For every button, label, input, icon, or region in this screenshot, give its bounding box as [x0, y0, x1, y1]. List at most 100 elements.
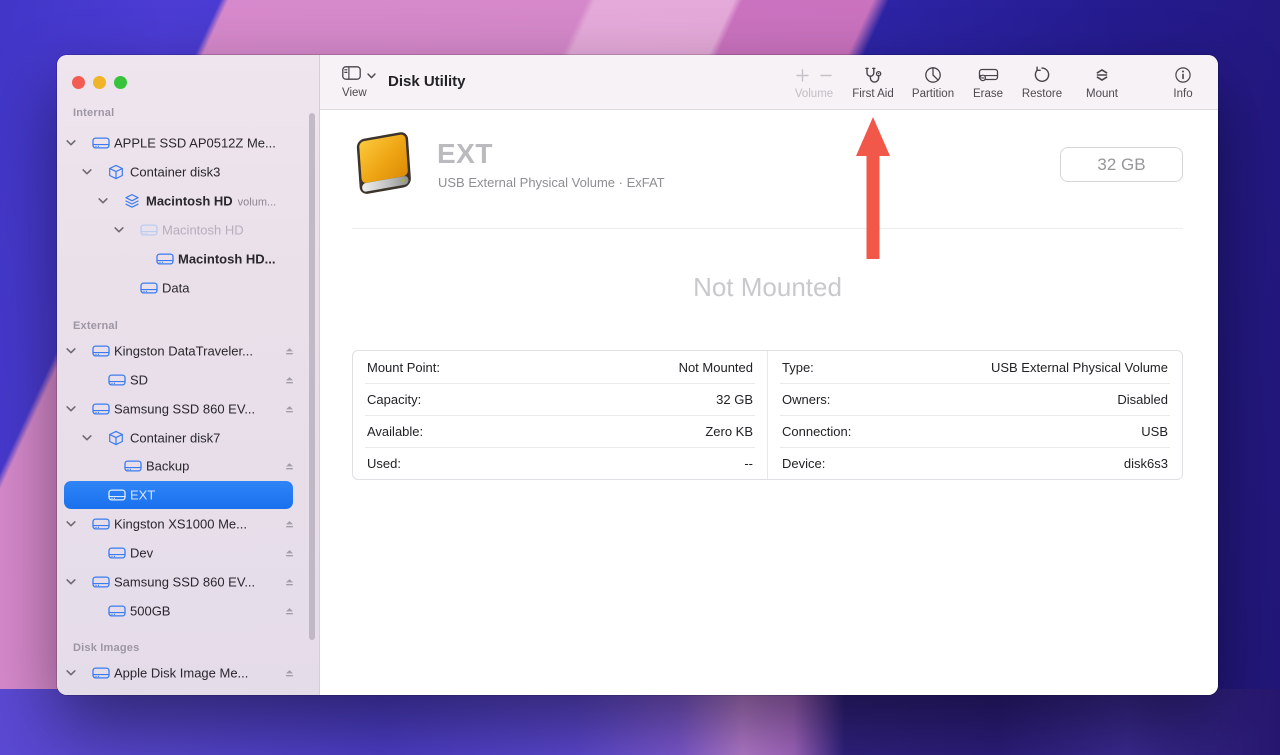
drive-icon — [108, 374, 126, 387]
eject-button[interactable] — [284, 577, 295, 587]
drive-icon — [92, 345, 110, 358]
drive-icon — [140, 224, 158, 237]
sidebar-item-label: 500GB — [130, 604, 170, 619]
disclosure-chevron-icon[interactable] — [82, 435, 92, 442]
sidebar-item-container-disk3[interactable]: Container disk3 — [57, 158, 319, 186]
details-label: Mount Point: — [367, 360, 440, 375]
sidebar-item-kingston-xs1000-me[interactable]: Kingston XS1000 Me... — [57, 510, 319, 538]
volume-details-table: Mount Point: Not Mounted Capacity: 32 GB Ava… — [352, 350, 1183, 480]
details-row: Connection:USB — [768, 415, 1182, 447]
sidebar-item-samsung-ssd-860-ev[interactable]: Samsung SSD 860 EV... — [57, 568, 319, 596]
sidebar-item-text: Macintosh HD — [162, 223, 244, 238]
sidebar-item-text: 500GB — [130, 604, 170, 619]
eject-button[interactable] — [284, 461, 295, 471]
sidebar-item-macintosh-hd[interactable]: Macintosh HD — [57, 216, 319, 244]
disclosure-chevron-icon[interactable] — [82, 169, 92, 176]
minimize-button[interactable] — [93, 76, 106, 89]
sidebar-item-text: Macintosh HD... — [178, 252, 276, 267]
drive-icon — [140, 282, 158, 295]
eject-button[interactable] — [284, 346, 295, 356]
mount-icon — [1060, 65, 1144, 85]
sidebar-item-label: Kingston XS1000 Me... — [114, 517, 247, 532]
cube-icon — [108, 164, 124, 180]
disclosure-chevron-icon[interactable] — [66, 140, 76, 147]
details-value: 32 GB — [716, 392, 753, 407]
sidebar-item-backup[interactable]: Backup — [57, 452, 319, 480]
sidebar-item-ext[interactable]: EXT — [57, 481, 319, 509]
sidebar-item-data[interactable]: Data — [57, 274, 319, 302]
view-button-label: View — [342, 87, 394, 99]
main-content: EXT USB External Physical Volume · ExFAT… — [320, 110, 1218, 695]
sidebar-item-apple-disk-image-me[interactable]: Apple Disk Image Me... — [57, 659, 319, 687]
sidebar-section-label: Internal — [73, 107, 114, 119]
eject-button[interactable] — [284, 519, 295, 529]
details-value: -- — [744, 456, 753, 471]
volume-subtitle: USB External Physical Volume · ExFAT — [438, 175, 665, 190]
sidebar-item-label: Container disk7 — [130, 431, 220, 446]
mount-button[interactable]: Mount — [1060, 65, 1144, 100]
sidebar-item-label: Samsung SSD 860 EV... — [114, 402, 255, 417]
details-value: Not Mounted — [679, 360, 753, 375]
chevron-down-icon — [367, 66, 376, 84]
eject-button[interactable] — [284, 404, 295, 414]
sidebar-item-text: Kingston DataTraveler... — [114, 344, 253, 359]
volume-size-badge: 32 GB — [1060, 147, 1183, 182]
eject-button[interactable] — [284, 668, 295, 678]
sidebar-item-text: Data — [162, 281, 189, 296]
zoom-button[interactable] — [114, 76, 127, 89]
disclosure-chevron-icon[interactable] — [66, 579, 76, 586]
sidebar-item-label: Macintosh HD — [162, 223, 244, 238]
drive-icon — [156, 253, 174, 266]
eject-button[interactable] — [284, 606, 295, 616]
drive-icon — [124, 460, 142, 473]
disclosure-chevron-icon[interactable] — [66, 348, 76, 355]
details-row: Available:Zero KB — [353, 415, 767, 447]
sidebar-item-macintosh-hd[interactable]: Macintosh HD... — [57, 245, 319, 273]
details-label: Capacity: — [367, 392, 421, 407]
details-label: Owners: — [782, 392, 830, 407]
main-pane: View Disk Utility VolumeFirst AidPartiti… — [320, 55, 1218, 695]
sidebar-item-suffix: volum... — [238, 197, 277, 209]
disk-utility-window: InternalAPPLE SSD AP0512Z Me...Container… — [57, 55, 1218, 695]
drive-icon — [108, 605, 126, 618]
disclosure-chevron-icon[interactable] — [66, 670, 76, 677]
sidebar-item-dev[interactable]: Dev — [57, 539, 319, 567]
sidebar-item-kingston-datatraveler[interactable]: Kingston DataTraveler... — [57, 337, 319, 365]
info-button[interactable]: Info — [1141, 65, 1218, 100]
drive-icon — [92, 137, 110, 150]
info-icon — [1141, 65, 1218, 85]
view-button[interactable]: View — [342, 66, 394, 99]
sidebar-item-text: Backup — [146, 459, 189, 474]
selection-highlight — [64, 481, 293, 509]
first-aid-pointer-arrow — [854, 116, 892, 260]
sidebar-item-container-disk7[interactable]: Container disk7 — [57, 424, 319, 452]
sidebar-scrollbar[interactable] — [309, 113, 315, 640]
eject-button[interactable] — [284, 548, 295, 558]
details-label: Device: — [782, 456, 825, 471]
sidebar-item-500gb[interactable]: 500GB — [57, 597, 319, 625]
eject-button[interactable] — [284, 375, 295, 385]
sidebar-item-sd[interactable]: SD — [57, 366, 319, 394]
sidebar-item-macintosh-hd[interactable]: Macintosh HD volum... — [57, 187, 319, 215]
sidebar-section-label: Disk Images — [73, 642, 139, 654]
drive-icon — [108, 547, 126, 560]
disclosure-chevron-icon[interactable] — [114, 227, 124, 234]
layers-icon — [124, 193, 140, 209]
sidebar-item-apple-ssd-ap0512z-me[interactable]: APPLE SSD AP0512Z Me... — [57, 129, 319, 157]
details-row: Capacity: 32 GB — [353, 383, 767, 415]
sidebar-item-text: Macintosh HD — [146, 194, 233, 209]
mount-status-text: Not Mounted — [352, 272, 1183, 303]
disclosure-chevron-icon[interactable] — [66, 406, 76, 413]
close-button[interactable] — [72, 76, 85, 89]
details-value: Zero KB — [705, 424, 753, 439]
sidebar-item-label: SD — [130, 373, 148, 388]
disclosure-chevron-icon[interactable] — [66, 521, 76, 528]
sidebar-item-label: Macintosh HD... — [178, 252, 276, 267]
sidebar-item-samsung-ssd-860-ev[interactable]: Samsung SSD 860 EV... — [57, 395, 319, 423]
sidebar-item-label: Backup — [146, 459, 189, 474]
sidebar-item-text: Samsung SSD 860 EV... — [114, 575, 255, 590]
disclosure-chevron-icon[interactable] — [98, 198, 108, 205]
sidebar-item-label: EXT — [130, 488, 155, 503]
details-row: Type:USB External Physical Volume — [768, 351, 1182, 383]
drive-icon — [108, 489, 126, 502]
